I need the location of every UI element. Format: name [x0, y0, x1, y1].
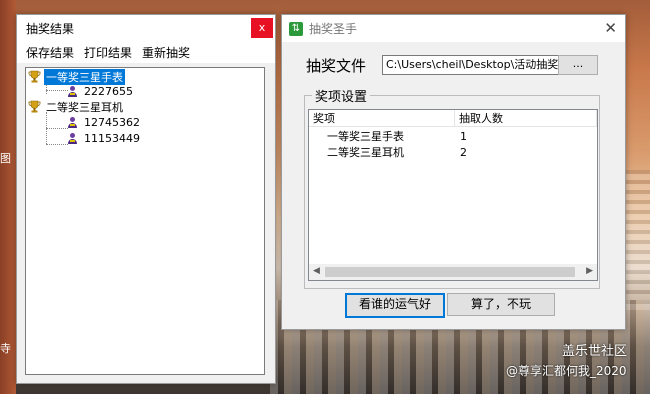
results-window: 抽奖结果 x 保存结果 打印结果 重新抽奖 一等奖三星手表 2227655 二等…	[16, 14, 276, 384]
watermark-user: @尊享汇都何我_2020	[506, 364, 627, 378]
tree-node-winner[interactable]: 2227655	[66, 84, 135, 99]
prize-settings-title: 奖项设置	[312, 86, 371, 105]
draw-button[interactable]: 看谁的运气好	[345, 293, 445, 318]
desktop-char: 寺	[0, 342, 11, 355]
scroll-thumb[interactable]	[325, 267, 575, 277]
list-row-count: 1	[460, 130, 467, 143]
results-window-title: 抽奖结果	[26, 21, 75, 36]
tree-connector	[46, 90, 68, 91]
lottery-window-title: 抽奖圣手	[309, 22, 358, 36]
app-icon: ⇅	[289, 21, 303, 36]
tree-winner-label: 12745362	[84, 116, 140, 129]
results-tree[interactable]: 一等奖三星手表 2227655 二等奖三星耳机 12745362 1115344…	[25, 67, 265, 375]
column-header-count[interactable]: 抽取人数	[455, 110, 597, 127]
tree-prize-label: 二等奖三星耳机	[46, 100, 123, 114]
list-row-prize[interactable]: 二等奖三星耳机	[327, 145, 404, 161]
trophy-icon	[28, 100, 41, 113]
horizontal-scrollbar[interactable]: ◀ ▶	[309, 264, 597, 280]
lottery-window: ⇅ 抽奖圣手 ✕ 抽奖文件 C:\Users\cheil\Desktop\活动抽…	[281, 14, 626, 330]
desktop-char: 图	[0, 152, 11, 165]
tree-prize-label: 一等奖三星手表	[44, 68, 125, 85]
person-icon	[68, 117, 77, 128]
scroll-right-icon[interactable]: ▶	[586, 266, 593, 276]
browse-button[interactable]: ...	[558, 55, 598, 75]
tree-winner-label: 2227655	[84, 85, 133, 98]
tree-node-prize-1[interactable]: 一等奖三星手表	[28, 68, 125, 85]
list-row-prize[interactable]: 一等奖三星手表	[327, 129, 404, 145]
menu-redraw[interactable]: 重新抽奖	[142, 44, 190, 61]
list-row-count: 2	[460, 146, 467, 159]
tree-node-winner[interactable]: 11153449	[66, 131, 142, 146]
results-menubar: 保存结果 打印结果 重新抽奖	[17, 41, 275, 63]
menu-print-results[interactable]: 打印结果	[84, 44, 132, 61]
results-close-button[interactable]: x	[251, 18, 273, 38]
tree-connector	[46, 128, 68, 129]
file-path-field[interactable]: C:\Users\cheil\Desktop\活动抽奖\	[382, 55, 559, 75]
column-header-prize[interactable]: 奖项	[309, 110, 455, 127]
lottery-titlebar[interactable]: ⇅ 抽奖圣手 ✕	[282, 15, 625, 42]
person-icon	[68, 86, 77, 97]
tree-winner-label: 11153449	[84, 132, 140, 145]
lottery-close-button[interactable]: ✕	[604, 19, 617, 37]
quit-button[interactable]: 算了，不玩	[447, 293, 555, 316]
prize-list[interactable]: 奖项 抽取人数 一等奖三星手表 1 二等奖三星耳机 2 ◀ ▶	[308, 109, 598, 281]
desktop-edge	[0, 0, 16, 394]
tree-node-prize-2[interactable]: 二等奖三星耳机	[28, 99, 125, 114]
person-icon	[68, 133, 77, 144]
tree-node-winner[interactable]: 12745362	[66, 115, 142, 130]
watermark-community: 盖乐世社区	[562, 344, 628, 359]
file-label: 抽奖文件	[306, 57, 367, 75]
results-titlebar[interactable]: 抽奖结果 x	[17, 15, 275, 41]
trophy-icon	[28, 70, 41, 83]
menu-save-results[interactable]: 保存结果	[26, 44, 74, 61]
scroll-left-icon[interactable]: ◀	[313, 266, 320, 276]
tree-connector	[46, 144, 68, 145]
